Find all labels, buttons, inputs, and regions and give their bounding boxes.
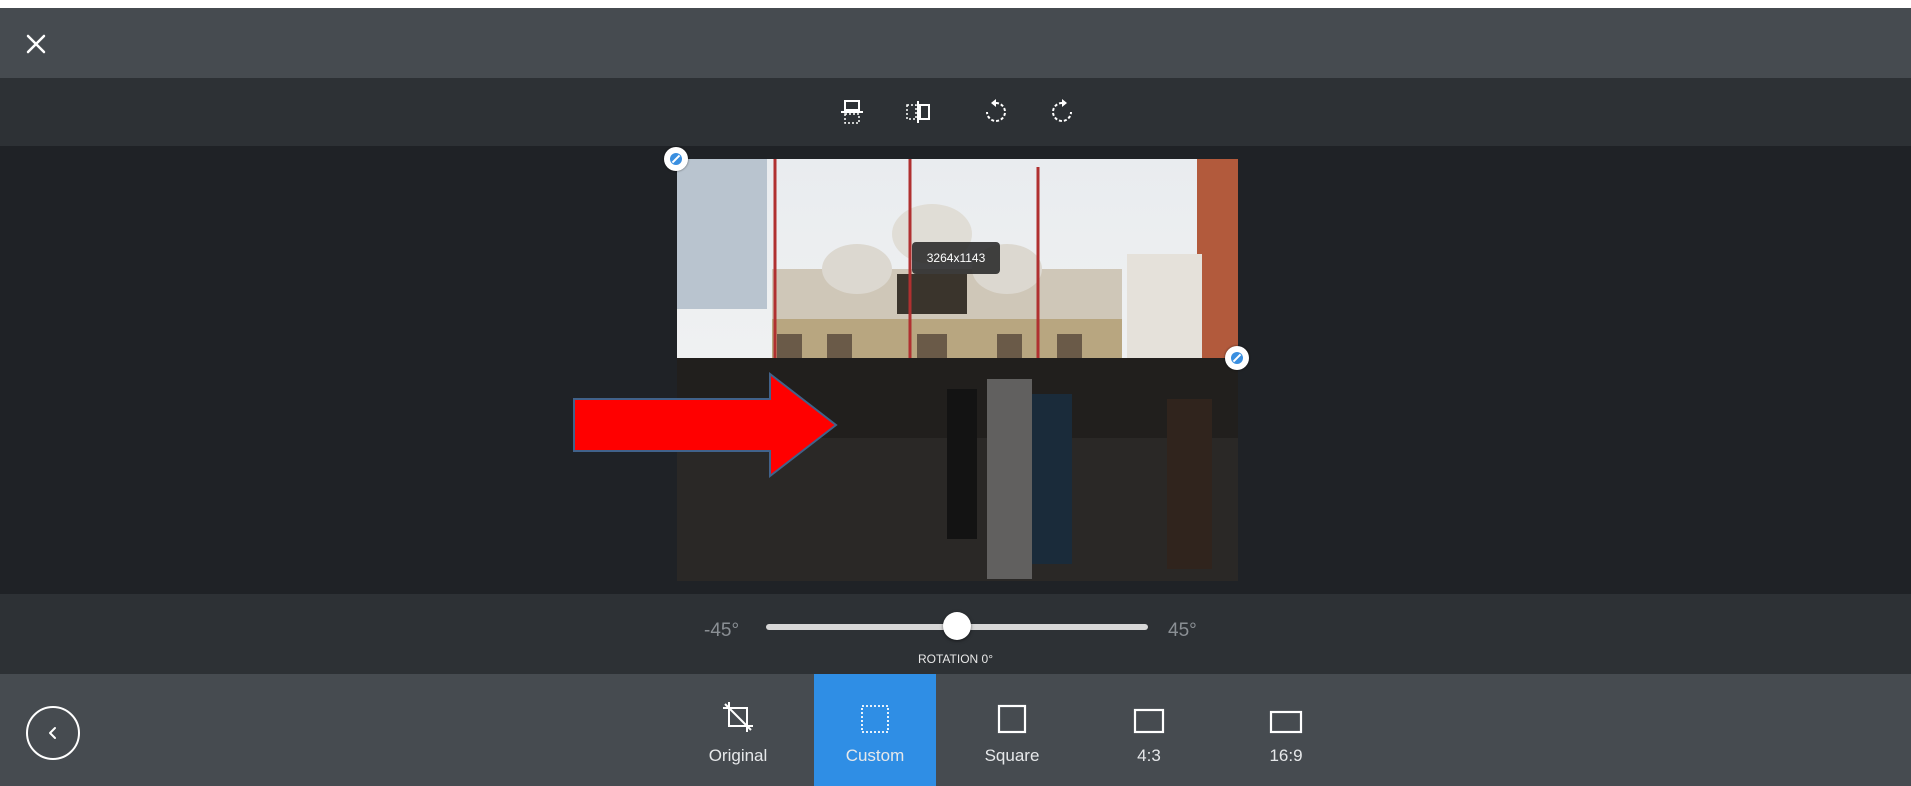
square-icon	[997, 704, 1027, 734]
rotate-right-icon	[1052, 99, 1072, 122]
rotation-slider-thumb[interactable]	[943, 612, 971, 640]
flip-vertical-icon	[841, 100, 863, 124]
close-button[interactable]	[18, 26, 54, 62]
flip-vertical-button[interactable]	[834, 94, 870, 130]
rotation-max-label: 45°	[1168, 620, 1197, 641]
rotation-min-label: -45°	[704, 620, 740, 641]
ratio-option-custom[interactable]: Custom	[814, 674, 936, 786]
rotation-value-label: ROTATION 0°	[917, 652, 994, 666]
crop-handle-bottom-right[interactable]	[1225, 346, 1249, 370]
transform-toolbar	[0, 78, 1911, 146]
ratio-label: 16:9	[1269, 746, 1303, 765]
editor-canvas	[0, 146, 1911, 594]
photo-image	[677, 159, 1238, 581]
ratio-label: Custom	[845, 746, 905, 765]
rotation-panel: -45° 45° ROTATION 0°	[0, 594, 1911, 674]
rotate-right-button[interactable]	[1044, 94, 1080, 130]
flip-horizontal-icon	[906, 101, 930, 123]
ratio-16-9-icon	[1269, 710, 1303, 734]
red-arrow-annotation	[573, 372, 838, 478]
ratio-label: 4:3	[1137, 746, 1161, 765]
crop-size-tooltip: 3264x1143	[912, 242, 1000, 274]
bottom-bar: Original Custom Square 4:3 16:9	[0, 674, 1911, 786]
ratio-option-square[interactable]: Square	[951, 674, 1073, 786]
header-bar	[0, 0, 1911, 78]
ratio-4-3-icon	[1133, 708, 1165, 734]
rotate-left-icon	[986, 99, 1006, 122]
close-icon	[26, 34, 46, 54]
rotate-left-button[interactable]	[978, 94, 1014, 130]
ratio-option-original[interactable]: Original	[677, 674, 799, 786]
aspect-ratio-options: Original Custom Square 4:3 16:9	[0, 674, 1911, 786]
ratio-option-4-3[interactable]: 4:3	[1088, 674, 1210, 786]
ratio-label: Square	[984, 746, 1040, 765]
custom-crop-icon	[861, 705, 889, 733]
ratio-label: Original	[708, 746, 768, 765]
ratio-option-16-9[interactable]: 16:9	[1225, 674, 1347, 786]
crop-off-icon	[723, 702, 753, 732]
crop-handle-top-left[interactable]	[664, 147, 688, 171]
flip-horizontal-button[interactable]	[900, 94, 936, 130]
